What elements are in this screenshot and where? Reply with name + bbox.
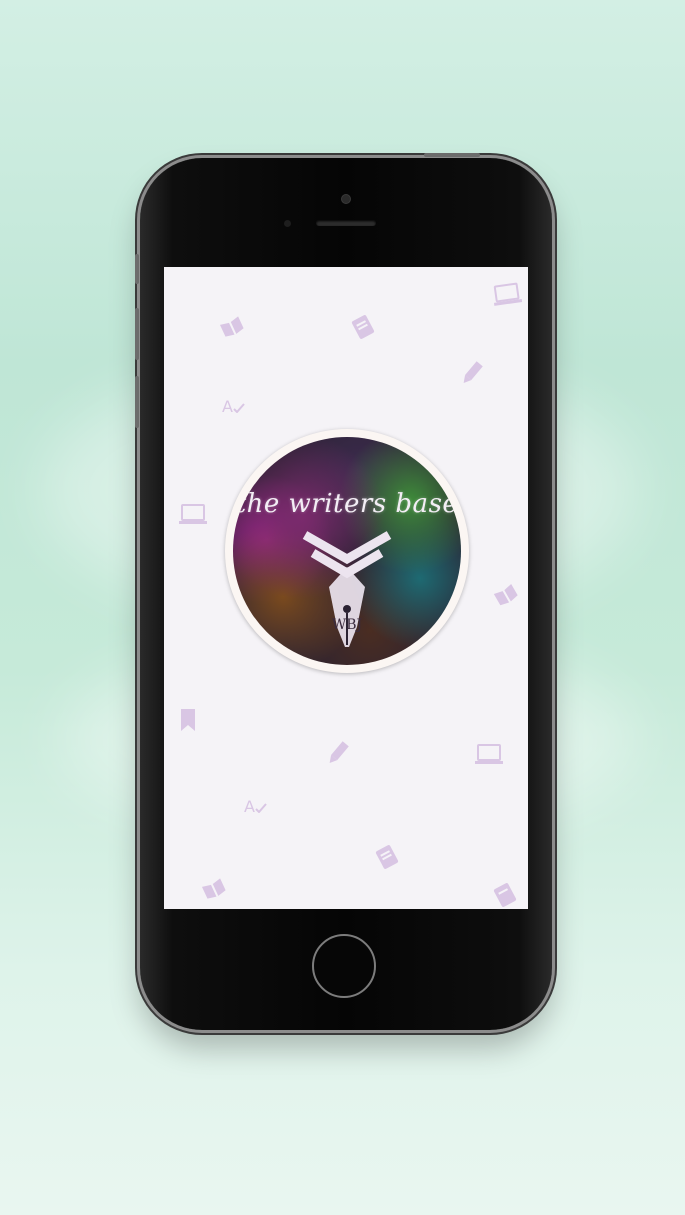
logo-watercolor-badge: the writers base WBJ	[233, 437, 461, 665]
proximity-sensor	[284, 220, 291, 227]
earpiece-speaker	[316, 220, 376, 226]
spellcheck-glyph: A	[244, 797, 255, 816]
spellcheck-glyph: A	[222, 397, 233, 416]
app-logo: the writers base WBJ	[225, 429, 469, 673]
spellcheck-icon: A	[222, 399, 245, 415]
bookmark-icon	[178, 707, 198, 733]
volume-up-button	[135, 308, 139, 360]
pencil-icon	[324, 738, 351, 767]
notebook-icon	[490, 879, 521, 909]
volume-down-button	[135, 376, 139, 428]
logo-monogram: WBJ	[332, 617, 362, 633]
laptop-icon	[490, 281, 523, 309]
phone-frame: A A the writers base WBJ	[135, 153, 552, 1030]
spellcheck-icon: A	[244, 799, 267, 815]
book-icon	[199, 875, 229, 903]
front-camera	[341, 194, 351, 204]
notebook-icon	[372, 841, 403, 873]
splash-screen: A A the writers base WBJ	[164, 267, 528, 909]
pen-nib-emblem-icon: WBJ	[302, 531, 392, 647]
mute-switch	[135, 254, 139, 284]
book-icon	[217, 313, 247, 341]
laptop-icon	[178, 503, 208, 527]
pencil-icon	[458, 358, 485, 387]
notebook-icon	[348, 311, 379, 343]
power-button	[424, 153, 480, 157]
book-icon	[491, 580, 522, 609]
laptop-icon	[474, 743, 504, 767]
home-button[interactable]	[312, 934, 376, 998]
